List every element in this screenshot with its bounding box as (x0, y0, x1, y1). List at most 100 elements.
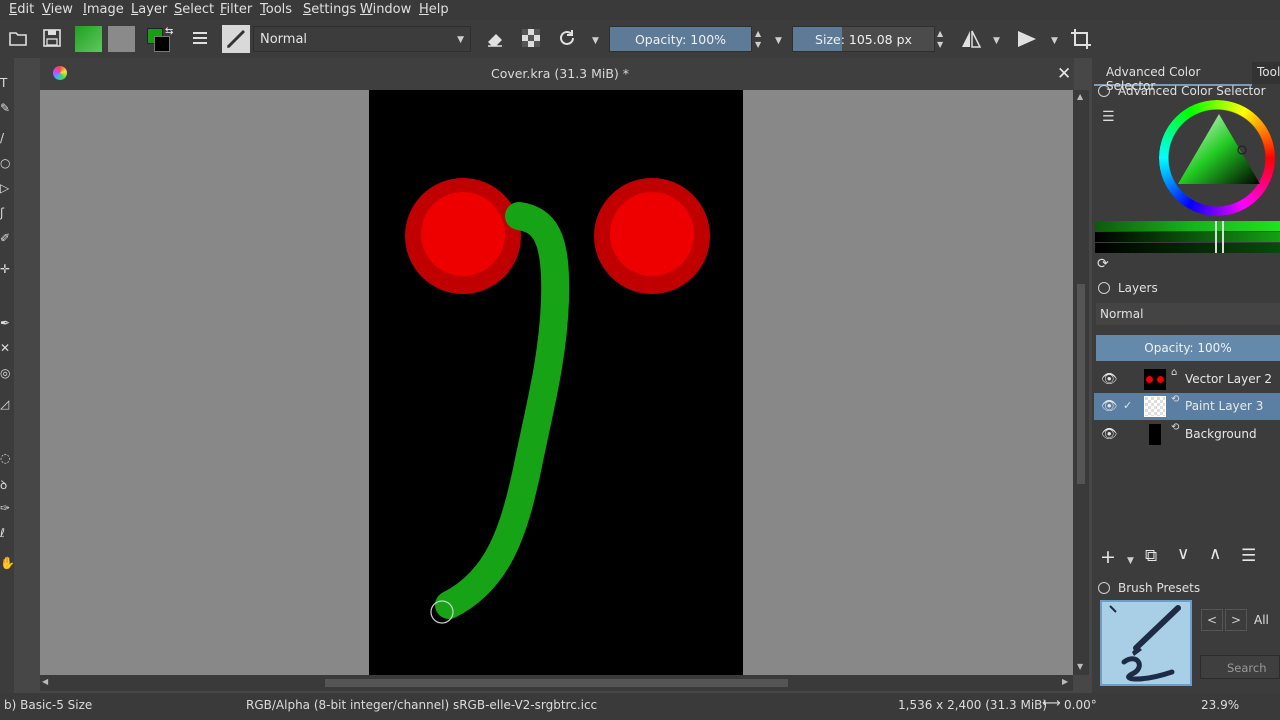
layer-row[interactable]: 👁 ⌂ Vector Layer 2 (1094, 366, 1280, 393)
color-slider-2[interactable] (1095, 232, 1280, 242)
gradient-swatch[interactable] (75, 26, 102, 52)
blend-mode-select[interactable]: Normal ▼ (253, 26, 471, 52)
color-slider-3[interactable] (1095, 243, 1280, 253)
layer-thumbnail (1149, 424, 1161, 445)
lock-icon[interactable] (1098, 85, 1110, 97)
menu-view[interactable]: View (42, 2, 73, 17)
lock-icon[interactable] (1098, 282, 1110, 294)
chevron-right-icon[interactable]: > (1225, 609, 1247, 631)
layer-row[interactable]: 👁 ⟲ Background (1094, 421, 1280, 448)
canvas-image[interactable] (369, 90, 743, 675)
spin-down-icon[interactable]: ▼ (755, 40, 761, 49)
spin-up-icon[interactable]: ▲ (755, 29, 761, 38)
opacity-slider[interactable]: Opacity: 100% (609, 26, 752, 52)
eye-icon[interactable]: 👁 (1101, 399, 1118, 414)
menu-select[interactable]: Select (174, 2, 214, 17)
fg-bg-color-icon[interactable]: ⇆ (145, 26, 177, 54)
assistant-tool-icon[interactable]: ✕ (0, 341, 14, 355)
move-layer-down-icon[interactable]: ∨ (1177, 544, 1189, 564)
ellipse-select-icon[interactable]: ◌ (0, 451, 14, 465)
menu-filter[interactable]: Filter (220, 2, 252, 17)
tab-tool-options[interactable]: Tool (1252, 62, 1280, 84)
slider-handle[interactable] (1222, 221, 1224, 253)
chevron-down-icon[interactable]: ▼ (993, 36, 1000, 46)
layer-row[interactable]: 👁 ✓ ⟲ Paint Layer 3 (1094, 393, 1280, 420)
preset-filter-select[interactable]: All (1254, 613, 1269, 627)
polygon-tool-icon[interactable]: ▷ (0, 181, 14, 195)
color-picker-icon[interactable]: ✒ (0, 316, 14, 330)
menu-window[interactable]: Window (360, 2, 411, 17)
vertical-scrollbar[interactable]: ▲ ▼ (1073, 90, 1089, 675)
menu-layer[interactable]: Layer (131, 2, 167, 17)
status-brush[interactable]: b) Basic-5 Size (4, 698, 92, 712)
status-zoom[interactable]: 23.9% (1201, 698, 1239, 712)
menu-help[interactable]: Help (419, 2, 449, 17)
close-icon[interactable]: ✕ (1057, 64, 1071, 84)
selector-settings-icon[interactable]: ☰ (1102, 109, 1115, 125)
layers-blend-select[interactable]: Normal (1096, 303, 1280, 325)
horizontal-scrollbar[interactable]: ◀ ▶ (40, 675, 1073, 691)
chevron-left-icon[interactable]: < (1201, 609, 1223, 631)
menu-settings[interactable]: Settings (303, 2, 356, 17)
mirror-horizontal-icon[interactable] (959, 27, 983, 51)
vector-layer-icon: ⌂ (1171, 367, 1178, 378)
calligraphy-tool-icon[interactable]: ✎ (0, 101, 14, 115)
layers-opacity-slider[interactable]: Opacity: 100% (1096, 335, 1280, 361)
layer-thumbnail (1144, 369, 1166, 390)
bezier-tool-icon[interactable]: ʃ (0, 206, 14, 220)
mirror-vertical-icon[interactable] (1015, 27, 1039, 51)
tab-advanced-color-selector[interactable]: Advanced Color Selector (1094, 62, 1252, 93)
brush-presets-header: Brush Presets (1118, 581, 1201, 595)
menu-edit[interactable]: Edit (9, 2, 34, 17)
crop-icon[interactable] (1069, 27, 1093, 51)
checkbox[interactable] (1123, 427, 1136, 440)
checkbox-checked[interactable]: ✓ (1123, 399, 1136, 412)
preset-search-input[interactable]: Search (1200, 655, 1280, 679)
checkbox[interactable] (1123, 372, 1136, 385)
pattern-swatch[interactable] (108, 26, 135, 52)
ellipse-tool-icon[interactable]: ○ (0, 156, 14, 170)
pan-tool-icon[interactable]: ✋ (0, 556, 15, 570)
lock-icon[interactable] (1098, 582, 1110, 594)
spin-up-icon[interactable]: ▲ (937, 29, 943, 38)
brush-preset-thumbnail[interactable] (1100, 600, 1192, 686)
magnetic-select-icon[interactable]: ℓ (0, 526, 14, 540)
brush-preset-icon[interactable] (222, 25, 250, 53)
refresh-icon[interactable]: ⟳ (1097, 256, 1109, 272)
move-tool-icon[interactable]: ✛ (0, 262, 14, 276)
chevron-down-icon[interactable]: ▼ (1127, 556, 1134, 566)
color-slider-1[interactable] (1095, 221, 1280, 231)
fill-tool-icon[interactable]: ◿ (0, 397, 14, 411)
brush-size-slider[interactable]: Size: 105.08 px (792, 26, 935, 52)
layer-properties-icon[interactable]: ☰ (1241, 546, 1256, 566)
slider-handle[interactable] (1215, 221, 1217, 253)
document-title: Cover.kra (31.3 MiB) * (490, 66, 630, 81)
color-wheel[interactable] (1159, 100, 1279, 220)
alpha-lock-icon[interactable] (519, 27, 543, 51)
chevron-down-icon[interactable]: ▼ (592, 36, 599, 46)
status-rotation[interactable]: 0.00° (1064, 698, 1097, 712)
reload-preset-icon[interactable] (555, 27, 579, 51)
similar-select-icon[interactable]: ✑ (0, 501, 14, 515)
add-layer-icon[interactable]: + (1100, 546, 1116, 568)
freehand-select-icon[interactable]: ꝺ (0, 476, 14, 493)
freehand-path-icon[interactable]: ✐ (0, 231, 14, 245)
eraser-icon[interactable] (483, 27, 507, 51)
line-tool-icon[interactable]: / (0, 131, 14, 145)
eye-icon[interactable]: 👁 (1101, 427, 1118, 442)
menu-tools[interactable]: Tools (260, 2, 292, 17)
eye-icon[interactable]: 👁 (1101, 372, 1118, 387)
measure-tool-icon[interactable]: ◎ (0, 366, 14, 380)
save-icon[interactable] (40, 27, 64, 51)
text-tool-icon[interactable]: T (0, 76, 14, 90)
rotate-icon[interactable]: ⟷ (1042, 696, 1061, 711)
open-folder-icon[interactable] (6, 27, 30, 51)
move-layer-up-icon[interactable]: ∧ (1209, 544, 1221, 564)
menu-image[interactable]: Image (83, 2, 124, 17)
brush-settings-icon[interactable] (188, 27, 212, 51)
chevron-down-icon[interactable]: ▼ (775, 36, 782, 46)
spin-down-icon[interactable]: ▼ (937, 40, 943, 49)
layer-thumbnail (1144, 396, 1166, 417)
chevron-down-icon[interactable]: ▼ (1051, 36, 1058, 46)
duplicate-layer-icon[interactable]: ⧉ (1145, 546, 1157, 566)
